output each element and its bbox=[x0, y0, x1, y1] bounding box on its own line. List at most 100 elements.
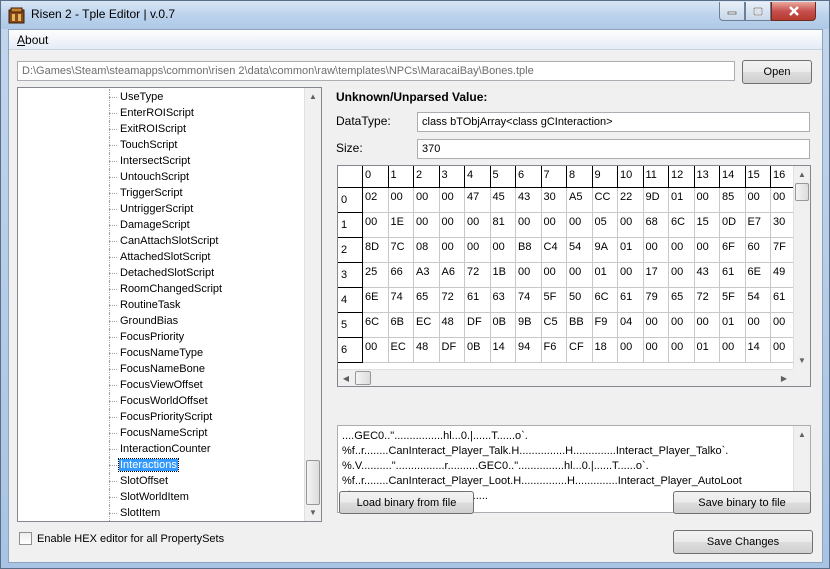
hex-grid[interactable]: 0 1 2 3 4 5 6 7 8 9 10 11 12 13 14 15 16 0 02 00 00 00 47 45 43 3… bbox=[337, 165, 811, 387]
hex-cell[interactable]: 81 bbox=[490, 213, 516, 238]
hex-cell[interactable]: 54 bbox=[745, 288, 771, 313]
tree-item[interactable]: UntriggerScript bbox=[18, 201, 305, 217]
hex-cell[interactable]: C5 bbox=[541, 313, 567, 338]
scroll-down-icon[interactable]: ▼ bbox=[794, 352, 810, 369]
tree-item[interactable]: UseType bbox=[18, 89, 305, 105]
hex-cell[interactable]: 6F bbox=[720, 238, 746, 263]
tree-item[interactable]: FocusNameBone bbox=[18, 361, 305, 377]
hex-cell[interactable]: 08 bbox=[414, 238, 440, 263]
tree-scrollbar[interactable]: ▲ ▼ bbox=[304, 88, 321, 521]
hex-cell[interactable]: 72 bbox=[465, 263, 491, 288]
tree-item[interactable]: RoutineTask bbox=[18, 297, 305, 313]
hex-row-header[interactable]: 5 bbox=[338, 313, 363, 338]
hex-column-header[interactable]: 15 bbox=[745, 166, 771, 188]
tree-item[interactable]: FocusViewOffset bbox=[18, 377, 305, 393]
hex-cell[interactable]: 00 bbox=[490, 238, 516, 263]
hex-cell[interactable]: 66 bbox=[388, 263, 414, 288]
tree-item[interactable]: FocusPriority bbox=[18, 329, 305, 345]
hex-cell[interactable]: 50 bbox=[567, 288, 593, 313]
hex-cell[interactable]: 00 bbox=[720, 338, 746, 363]
hex-cell[interactable]: 01 bbox=[720, 313, 746, 338]
tree-item[interactable]: SlotWorldItem bbox=[18, 489, 305, 505]
hex-row-header[interactable]: 0 bbox=[338, 188, 363, 213]
hex-column-header[interactable]: 9 bbox=[592, 166, 618, 188]
tree-item[interactable]: UntouchScript bbox=[18, 169, 305, 185]
tree-item[interactable]: SlotOffset bbox=[18, 473, 305, 489]
hex-cell[interactable]: 00 bbox=[567, 263, 593, 288]
tree-item[interactable]: FocusNameType bbox=[18, 345, 305, 361]
hex-row-header[interactable]: 1 bbox=[338, 213, 363, 238]
hex-cell[interactable]: 00 bbox=[465, 238, 491, 263]
hex-cell[interactable]: 00 bbox=[541, 213, 567, 238]
hex-cell[interactable]: 00 bbox=[694, 238, 720, 263]
hex-cell[interactable]: 43 bbox=[516, 188, 542, 213]
hex-cell[interactable]: 25 bbox=[363, 263, 389, 288]
hex-column-header[interactable]: 2 bbox=[414, 166, 440, 188]
hex-cell[interactable]: 0B bbox=[490, 313, 516, 338]
scroll-right-icon[interactable]: ▶ bbox=[776, 370, 792, 386]
hex-cell[interactable]: 48 bbox=[414, 338, 440, 363]
hex-cell[interactable]: 00 bbox=[745, 313, 771, 338]
hex-cell[interactable]: 17 bbox=[643, 263, 669, 288]
hex-column-header[interactable]: 11 bbox=[643, 166, 669, 188]
minimize-button[interactable] bbox=[719, 2, 745, 21]
tree-item[interactable]: FocusWorldOffset bbox=[18, 393, 305, 409]
size-field[interactable]: 370 bbox=[417, 139, 810, 159]
hex-cell[interactable]: 9D bbox=[643, 188, 669, 213]
hex-cell[interactable]: 04 bbox=[618, 313, 644, 338]
hex-editor-checkbox[interactable] bbox=[19, 532, 32, 545]
hex-cell[interactable]: 85 bbox=[720, 188, 746, 213]
hex-cell[interactable]: F6 bbox=[541, 338, 567, 363]
tree-item[interactable]: GroundBias bbox=[18, 313, 305, 329]
hex-cell[interactable]: 0B bbox=[465, 338, 491, 363]
tree-item[interactable]: EnterROIScript bbox=[18, 105, 305, 121]
hex-cell[interactable]: 01 bbox=[618, 238, 644, 263]
hex-column-header[interactable]: 6 bbox=[516, 166, 542, 188]
tree-item[interactable]: FocusNameScript bbox=[18, 425, 305, 441]
hex-grid-hscrollbar[interactable]: ◀ ▶ bbox=[338, 369, 793, 386]
hex-column-header[interactable]: 13 bbox=[694, 166, 720, 188]
hex-cell[interactable]: 74 bbox=[516, 288, 542, 313]
scroll-left-icon[interactable]: ◀ bbox=[338, 370, 354, 386]
hex-cell[interactable]: 00 bbox=[439, 213, 465, 238]
hex-cell[interactable]: 65 bbox=[414, 288, 440, 313]
hex-cell[interactable]: 6C bbox=[592, 288, 618, 313]
hex-grid-hscroll-thumb[interactable] bbox=[355, 371, 371, 385]
hex-cell[interactable]: 5F bbox=[720, 288, 746, 313]
hex-column-header[interactable]: 1 bbox=[388, 166, 414, 188]
hex-cell[interactable]: 00 bbox=[694, 313, 720, 338]
scroll-up-icon[interactable]: ▲ bbox=[794, 426, 810, 443]
hex-cell[interactable]: EC bbox=[414, 313, 440, 338]
hex-cell[interactable]: 30 bbox=[541, 188, 567, 213]
tree-item[interactable]: FocusPriorityScript bbox=[18, 409, 305, 425]
hex-cell[interactable]: F9 bbox=[592, 313, 618, 338]
hex-cell[interactable]: 9B bbox=[516, 313, 542, 338]
tree-item[interactable]: InteractionCounter bbox=[18, 441, 305, 457]
hex-cell[interactable]: 00 bbox=[439, 188, 465, 213]
hex-cell[interactable]: 00 bbox=[363, 213, 389, 238]
hex-cell[interactable]: 6C bbox=[363, 313, 389, 338]
hex-cell[interactable]: A3 bbox=[414, 263, 440, 288]
hex-cell[interactable]: 6C bbox=[669, 213, 695, 238]
tree-item[interactable]: Interactions bbox=[18, 457, 305, 473]
hex-cell[interactable]: 00 bbox=[465, 213, 491, 238]
hex-cell[interactable]: 68 bbox=[643, 213, 669, 238]
hex-cell[interactable]: 00 bbox=[618, 263, 644, 288]
hex-cell[interactable]: E7 bbox=[745, 213, 771, 238]
hex-cell[interactable]: 00 bbox=[618, 338, 644, 363]
close-button[interactable] bbox=[771, 2, 816, 21]
load-binary-button[interactable]: Load binary from file bbox=[339, 491, 474, 514]
hex-cell[interactable]: 6E bbox=[745, 263, 771, 288]
hex-cell[interactable]: 60 bbox=[745, 238, 771, 263]
hex-column-header[interactable]: 3 bbox=[439, 166, 465, 188]
hex-cell[interactable]: 01 bbox=[592, 263, 618, 288]
open-button[interactable]: Open bbox=[742, 60, 812, 84]
hex-cell[interactable]: 61 bbox=[720, 263, 746, 288]
hex-editor-option[interactable]: Enable HEX editor for all PropertySets bbox=[19, 532, 224, 545]
hex-cell[interactable]: 01 bbox=[669, 188, 695, 213]
hex-row-header[interactable]: 3 bbox=[338, 263, 363, 288]
hex-cell[interactable]: A6 bbox=[439, 263, 465, 288]
save-changes-button[interactable]: Save Changes bbox=[673, 530, 813, 554]
hex-cell[interactable]: 5F bbox=[541, 288, 567, 313]
hex-cell[interactable]: CF bbox=[567, 338, 593, 363]
